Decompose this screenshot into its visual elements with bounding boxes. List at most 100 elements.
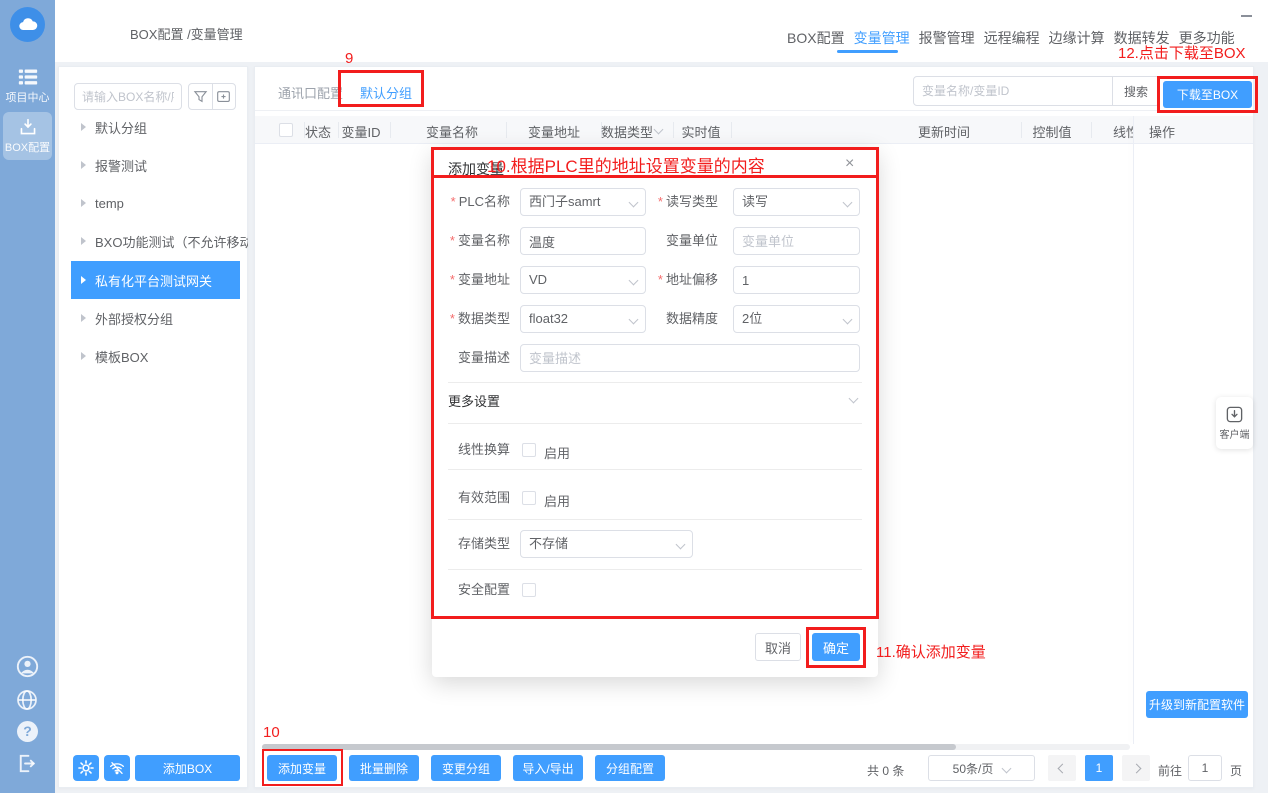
- nav-alarm-mgmt[interactable]: 报警管理: [918, 26, 976, 50]
- chevron-down-icon: [843, 198, 853, 208]
- globe-icon[interactable]: [15, 688, 40, 713]
- linear-calc-label: 线性换算: [432, 436, 510, 464]
- data-precision-select[interactable]: 2位: [733, 305, 860, 333]
- divider: [448, 469, 862, 470]
- box-group-item[interactable]: 外部授权分组: [58, 299, 248, 337]
- breadcrumb: BOX配置 /变量管理: [130, 24, 243, 43]
- nav-edge-computing[interactable]: 边缘计算: [1048, 26, 1106, 50]
- nav-variable-mgmt[interactable]: 变量管理: [853, 26, 911, 50]
- address-offset-label: *地址偏移: [612, 266, 718, 294]
- divider: [448, 382, 862, 383]
- box-config-download-icon: [18, 118, 38, 136]
- storage-type-select[interactable]: 不存储: [520, 530, 693, 558]
- col-actions: 操作: [1149, 122, 1175, 141]
- caret-right-icon: [81, 199, 86, 207]
- caret-right-icon: [81, 314, 86, 322]
- box-group-item[interactable]: 默认分组: [58, 108, 248, 146]
- box-search-input[interactable]: [74, 83, 182, 110]
- add-variable-button[interactable]: 添加变量: [267, 755, 337, 781]
- tab-comm-port-config[interactable]: 通讯口配置: [278, 83, 343, 102]
- group-config-button[interactable]: 分组配置: [595, 755, 665, 781]
- settings-button[interactable]: [73, 755, 99, 781]
- variable-unit-label: 变量单位: [612, 227, 718, 255]
- plc-name-label: *PLC名称: [432, 188, 510, 216]
- annotation-step-9: 9: [345, 50, 353, 67]
- linear-calc-checkbox[interactable]: [522, 443, 536, 457]
- tab-default-group[interactable]: 默认分组: [360, 83, 412, 102]
- horizontal-scrollbar-thumb[interactable]: [262, 744, 956, 750]
- col-variable-id: 变量ID: [341, 122, 380, 141]
- chevron-down-icon[interactable]: [849, 394, 859, 404]
- variable-desc-label: 变量描述: [432, 344, 510, 372]
- col-linear-calc: 线性换算: [1113, 122, 1133, 141]
- wifi-off-button[interactable]: [104, 755, 130, 781]
- select-all-checkbox[interactable]: [279, 123, 293, 137]
- rail-item-project-center[interactable]: 项目中心: [3, 62, 52, 110]
- chevron-left-icon: [1057, 763, 1067, 773]
- tab-divider: [255, 110, 1253, 111]
- more-settings-header[interactable]: 更多设置: [448, 391, 500, 410]
- goto-page-input[interactable]: [1188, 755, 1222, 781]
- app-logo[interactable]: [10, 7, 45, 42]
- folder-add-icon[interactable]: [213, 84, 236, 109]
- col-variable-address: 变量地址: [528, 122, 580, 141]
- caret-right-icon: [81, 237, 86, 245]
- col-control-value: 控制值: [1032, 122, 1071, 141]
- rail-item-box-config[interactable]: BOX配置: [3, 112, 52, 160]
- upgrade-button[interactable]: 升级到新配置软件: [1146, 691, 1248, 718]
- variable-search-input[interactable]: [913, 76, 1113, 106]
- cloud-icon: [17, 14, 39, 36]
- caret-right-icon: [81, 123, 86, 131]
- address-offset-input[interactable]: [733, 266, 860, 294]
- user-avatar-icon[interactable]: [15, 654, 40, 679]
- app-rail: 项目中心 BOX配置 ?: [0, 0, 55, 793]
- search-button[interactable]: 搜索: [1112, 76, 1160, 106]
- page-size-select[interactable]: 50条/页: [928, 755, 1035, 781]
- variable-desc-input[interactable]: [520, 344, 860, 372]
- col-data-type[interactable]: 数据类型: [601, 122, 653, 141]
- table-header: [255, 116, 1253, 144]
- box-group-item[interactable]: 报警测试: [58, 146, 248, 184]
- next-page-button[interactable]: [1122, 755, 1150, 781]
- download-to-box-button[interactable]: 下载至BOX: [1163, 81, 1252, 108]
- valid-range-label: 有效范围: [432, 484, 510, 512]
- range-enable-label: 启用: [544, 491, 570, 510]
- top-header: BOX配置 /变量管理 BOX配置 变量管理 报警管理 远程编程 边缘计算 数据…: [55, 0, 1268, 62]
- add-box-button[interactable]: 添加BOX: [135, 755, 240, 781]
- window-minimize-icon[interactable]: [1241, 15, 1252, 17]
- import-export-button[interactable]: 导入/导出: [513, 755, 583, 781]
- change-group-button[interactable]: 变更分组: [431, 755, 501, 781]
- filter-icon[interactable]: [189, 84, 213, 109]
- page-number-current[interactable]: 1: [1085, 755, 1113, 781]
- box-group-item[interactable]: temp: [58, 184, 248, 222]
- help-icon[interactable]: ?: [17, 721, 42, 746]
- annotation-step-11: 11.确认添加变量: [876, 641, 986, 662]
- chevron-right-icon: [1131, 763, 1141, 773]
- project-center-icon: [18, 68, 38, 86]
- security-config-checkbox[interactable]: [522, 583, 536, 597]
- batch-delete-button[interactable]: 批量删除: [349, 755, 419, 781]
- client-download-icon: [1225, 405, 1244, 424]
- box-group-item-selected[interactable]: 私有化平台测试网关: [71, 261, 240, 299]
- variable-unit-input[interactable]: [733, 227, 860, 255]
- annotation-step-10: 10: [263, 724, 280, 741]
- col-update-time: 更新时间: [918, 122, 970, 141]
- divider: [448, 519, 862, 520]
- rw-type-select[interactable]: 读写: [733, 188, 860, 216]
- nav-remote-programming[interactable]: 远程编程: [983, 26, 1041, 50]
- nav-box-config[interactable]: BOX配置: [786, 26, 846, 50]
- prev-page-button[interactable]: [1048, 755, 1076, 781]
- app-window: BOX配置 /变量管理 BOX配置 变量管理 报警管理 远程编程 边缘计算 数据…: [0, 0, 1268, 793]
- valid-range-checkbox[interactable]: [522, 491, 536, 505]
- box-group-item[interactable]: BXO功能测试（不允许移动）: [58, 222, 248, 260]
- chevron-down-icon: [1002, 763, 1012, 773]
- col-status: 状态: [305, 122, 331, 141]
- client-download-button[interactable]: 客户端: [1216, 397, 1253, 449]
- confirm-button[interactable]: 确定: [812, 633, 860, 661]
- box-group-item[interactable]: 模板BOX: [58, 337, 248, 375]
- divider: [448, 569, 862, 570]
- cancel-button[interactable]: 取消: [755, 633, 801, 661]
- logout-icon[interactable]: [15, 752, 40, 777]
- dialog-close-icon[interactable]: ×: [845, 155, 854, 173]
- caret-right-icon: [81, 161, 86, 169]
